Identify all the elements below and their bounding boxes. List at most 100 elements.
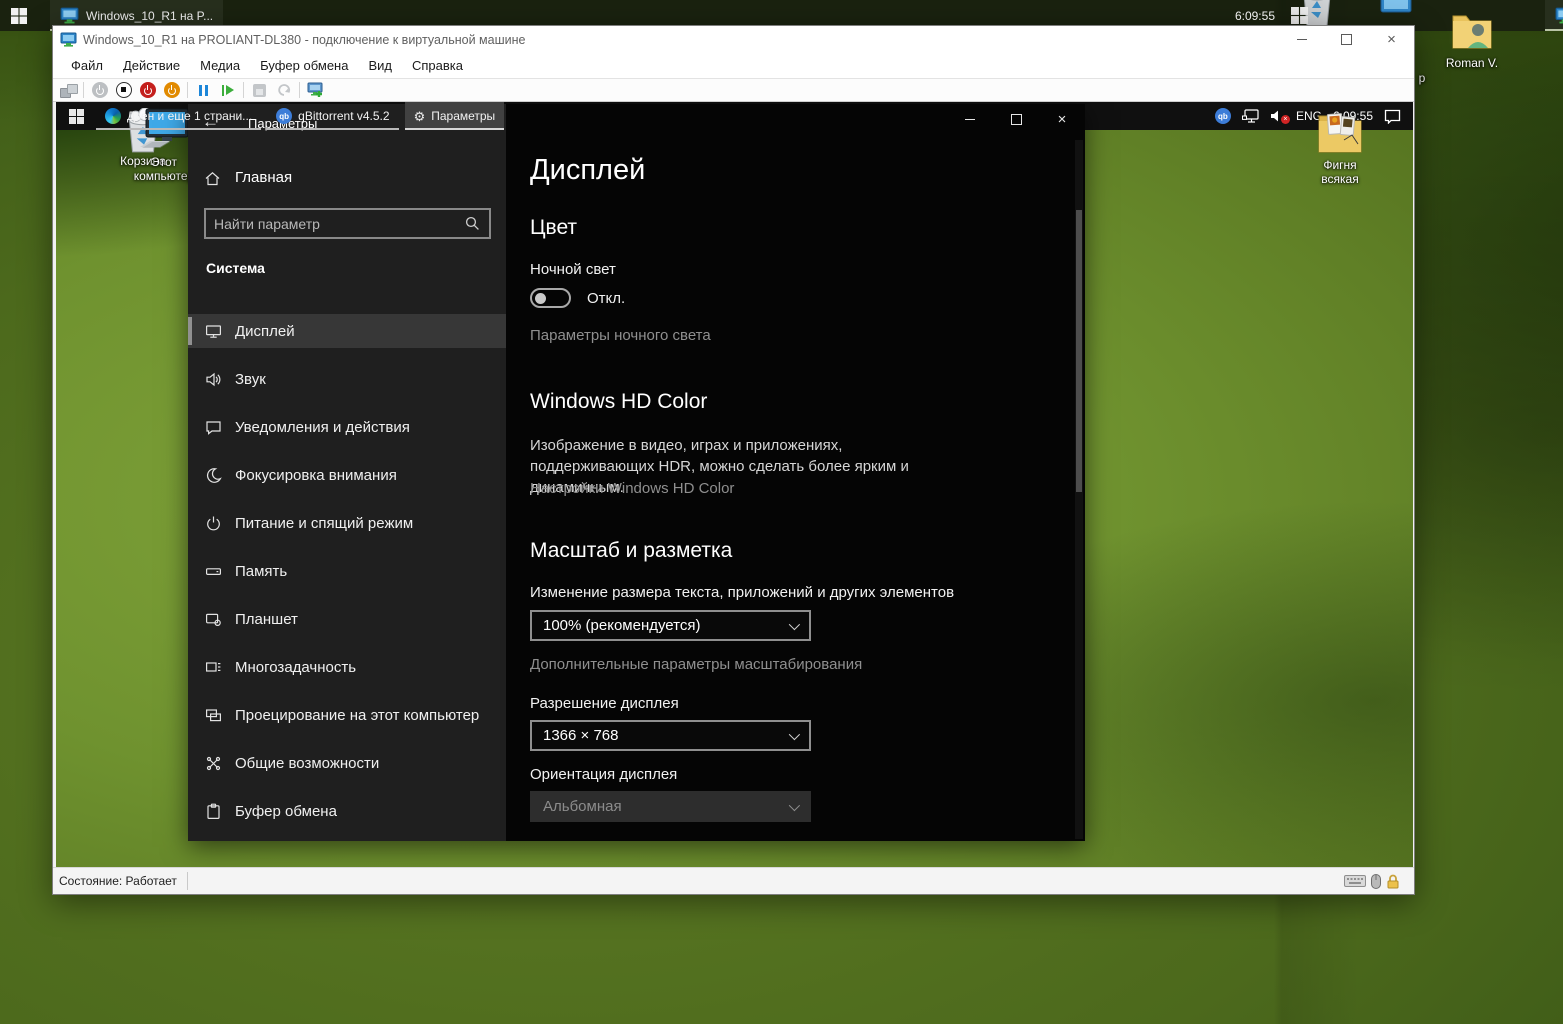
resume-vm-button[interactable] xyxy=(219,82,236,99)
scale-label: Изменение размера текста, приложений и д… xyxy=(530,584,954,601)
shut-down-vm-button[interactable] xyxy=(139,82,156,99)
undo-icon xyxy=(277,83,291,97)
guest-this-pc-label: Этот компьютер xyxy=(132,155,196,183)
toolbar-separator xyxy=(83,82,84,98)
settings-scrollbar[interactable] xyxy=(1075,140,1083,839)
edge-icon xyxy=(105,108,121,124)
menu-file[interactable]: Файл xyxy=(61,55,113,76)
save-vm-button[interactable] xyxy=(163,82,180,99)
pause-vm-button[interactable] xyxy=(195,82,212,99)
orientation-dropdown: Альбомная xyxy=(530,791,811,822)
settings-close-button[interactable]: × xyxy=(1039,104,1085,135)
guest-task-settings[interactable]: ⚙ Параметры xyxy=(405,102,505,130)
sidebar-item-display[interactable]: Дисплей xyxy=(188,314,506,348)
statusbar-separator xyxy=(187,872,188,890)
vm-status-icons xyxy=(1344,874,1400,889)
color-section-header: Цвет xyxy=(530,216,577,240)
scale-dropdown[interactable]: 100% (рекомендуется) xyxy=(530,610,811,641)
guest-task-edge[interactable]: Дзен и еще 1 страни... xyxy=(96,102,261,130)
host-desktop: Roman V. р Windows_10_R1 на PROLIANT-DL3… xyxy=(0,0,1563,1024)
checkpoint-icon xyxy=(253,84,266,97)
checkpoint-button[interactable] xyxy=(251,82,268,99)
network-tray-icon[interactable] xyxy=(1242,109,1259,123)
sidebar-item-multitasking[interactable]: Многозадачность xyxy=(188,650,506,684)
toggle-knob xyxy=(535,293,546,304)
search-input[interactable] xyxy=(206,216,465,232)
vm-menubar: Файл Действие Медиа Буфер обмена Вид Спр… xyxy=(53,53,1414,78)
monitor-plus-icon xyxy=(307,82,324,98)
guest-screen: Корзина Этот компьютер xyxy=(56,102,1413,869)
action-center-icon[interactable] xyxy=(1384,109,1401,124)
vm-status-text: Состояние: Работает xyxy=(59,874,177,888)
power-orange-icon xyxy=(164,82,180,98)
hyperv-window-icon xyxy=(60,32,77,47)
multitasking-icon xyxy=(204,659,222,676)
sidebar-item-focus-assist[interactable]: Фокусировка внимания xyxy=(188,458,506,492)
menu-clipboard[interactable]: Буфер обмена xyxy=(250,55,358,76)
night-light-label: Ночной свет xyxy=(530,261,616,278)
toolbar-separator xyxy=(187,82,188,98)
settings-maximize-button[interactable] xyxy=(993,104,1039,135)
guest-task-qbittorrent[interactable]: qBittorrent v4.5.2 xyxy=(267,102,398,130)
sidebar-item-storage[interactable]: Память xyxy=(188,554,506,588)
display-icon xyxy=(204,323,222,340)
scrollbar-thumb[interactable] xyxy=(1076,210,1082,492)
vm-titlebar[interactable]: Windows_10_R1 на PROLIANT-DL380 - подклю… xyxy=(53,26,1414,53)
resolution-label: Разрешение дисплея xyxy=(530,695,679,712)
mute-badge: × xyxy=(1281,115,1290,124)
settings-search-box[interactable] xyxy=(204,208,491,239)
sidebar-item-notifications[interactable]: Уведомления и действия xyxy=(188,410,506,444)
night-light-toggle[interactable] xyxy=(530,288,571,308)
guest-start-button[interactable] xyxy=(56,102,96,130)
shared-experiences-icon xyxy=(204,755,222,772)
sidebar-item-home[interactable]: Главная xyxy=(188,164,506,194)
vm-maximize-button[interactable] xyxy=(1324,26,1369,53)
volume-muted-tray-icon[interactable]: × xyxy=(1270,109,1285,123)
menu-view[interactable]: Вид xyxy=(358,55,402,76)
task-underline xyxy=(96,128,261,130)
sidebar-item-projecting[interactable]: Проецирование на этот компьютер xyxy=(188,698,506,732)
projecting-icon xyxy=(204,707,222,724)
ctrl-alt-del-button[interactable] xyxy=(59,82,76,99)
task-underline xyxy=(267,128,398,130)
vm-minimize-button[interactable] xyxy=(1279,26,1324,53)
advanced-scaling-link[interactable]: Дополнительные параметры масштабирования xyxy=(530,656,862,673)
task-underline xyxy=(1545,29,1563,31)
hdr-settings-link[interactable]: Настройки Windows HD Color xyxy=(530,480,734,497)
home-icon xyxy=(204,170,221,187)
host-start-button[interactable] xyxy=(0,0,38,31)
chevron-down-icon xyxy=(789,799,800,810)
vm-close-button[interactable]: × xyxy=(1369,26,1414,53)
page-title: Дисплей xyxy=(530,154,645,187)
host-roman-folder-icon[interactable]: Roman V. xyxy=(1440,6,1504,70)
stop-icon xyxy=(116,82,132,98)
host-task-vm-2[interactable]: Windows_10_R1 на P... xyxy=(1545,0,1563,31)
settings-minimize-button[interactable] xyxy=(947,104,993,135)
sidebar-item-tablet[interactable]: Планшет xyxy=(188,602,506,636)
scale-value: 100% (рекомендуется) xyxy=(543,617,700,634)
revert-button[interactable] xyxy=(275,82,292,99)
toolbar-separator xyxy=(299,82,300,98)
sidebar-item-power-sleep[interactable]: Питание и спящий режим xyxy=(188,506,506,540)
menu-help[interactable]: Справка xyxy=(402,55,473,76)
menu-media[interactable]: Медиа xyxy=(190,55,250,76)
sidebar-item-shared-experiences[interactable]: Общие возможности xyxy=(188,746,506,780)
clipboard-icon xyxy=(204,803,222,820)
enhanced-session-button[interactable] xyxy=(307,82,324,99)
vm-caption-buttons: × xyxy=(1279,26,1414,53)
sidebar-item-sound[interactable]: Звук xyxy=(188,362,506,396)
resolution-dropdown[interactable]: 1366 × 768 xyxy=(530,720,811,751)
night-light-settings-link[interactable]: Параметры ночного света xyxy=(530,327,711,344)
gear-icon: ⚙ xyxy=(414,110,426,123)
search-icon xyxy=(465,216,480,231)
notifications-icon xyxy=(204,419,222,436)
turn-off-vm-button[interactable] xyxy=(115,82,132,99)
start-vm-button[interactable] xyxy=(91,82,108,99)
hyperv-task-icon xyxy=(60,7,79,24)
settings-caption-buttons: × xyxy=(947,104,1085,135)
menu-action[interactable]: Действие xyxy=(113,55,190,76)
qbittorrent-tray-icon[interactable] xyxy=(1215,108,1231,124)
guest-folder-icon[interactable]: Фигня всякая xyxy=(1308,108,1372,186)
windows-logo-icon xyxy=(69,109,84,124)
sidebar-item-clipboard[interactable]: Буфер обмена xyxy=(188,794,506,828)
